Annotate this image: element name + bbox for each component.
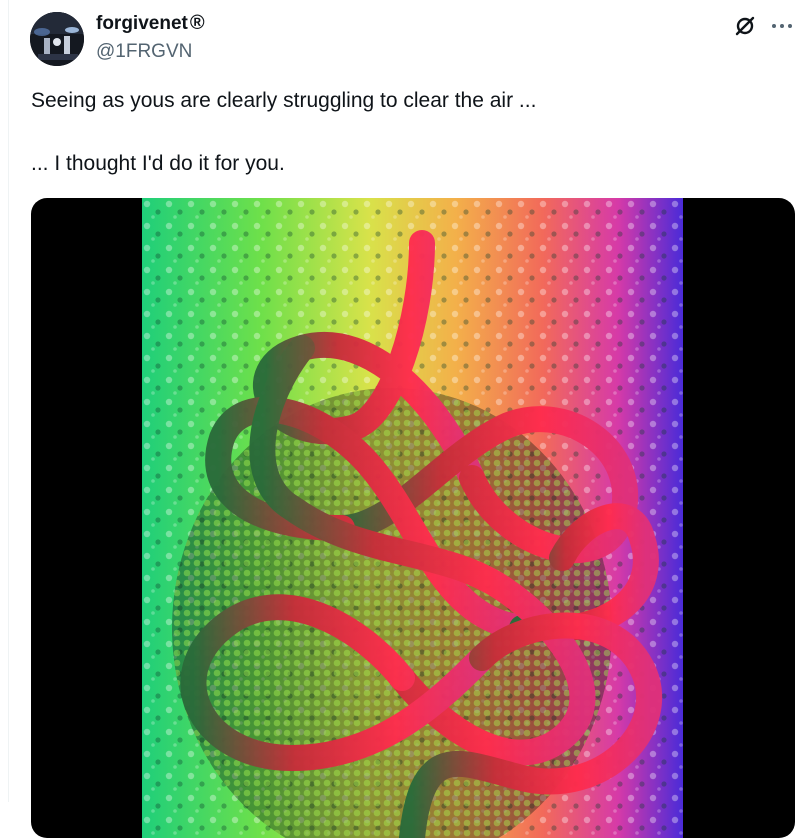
avatar[interactable] bbox=[30, 12, 84, 66]
tweet-text-line-1: Seeing as yous are clearly struggling to… bbox=[31, 89, 537, 112]
grok-icon bbox=[735, 16, 755, 36]
display-name[interactable]: forgivenet ® bbox=[96, 11, 205, 36]
celtic-knot-image bbox=[142, 198, 683, 838]
registered-badge: ® bbox=[189, 12, 205, 34]
tweet-text-line-2: ... I thought I'd do it for you. bbox=[31, 152, 285, 175]
display-name-text: forgivenet bbox=[96, 13, 188, 34]
more-icon bbox=[772, 24, 792, 28]
more-options-button[interactable] bbox=[766, 12, 798, 40]
tweet-media[interactable] bbox=[31, 198, 795, 838]
timeline-border bbox=[8, 0, 9, 802]
avatar-image bbox=[30, 12, 84, 66]
user-handle[interactable]: @1FRGVN bbox=[96, 40, 192, 64]
grok-button[interactable] bbox=[731, 12, 759, 40]
